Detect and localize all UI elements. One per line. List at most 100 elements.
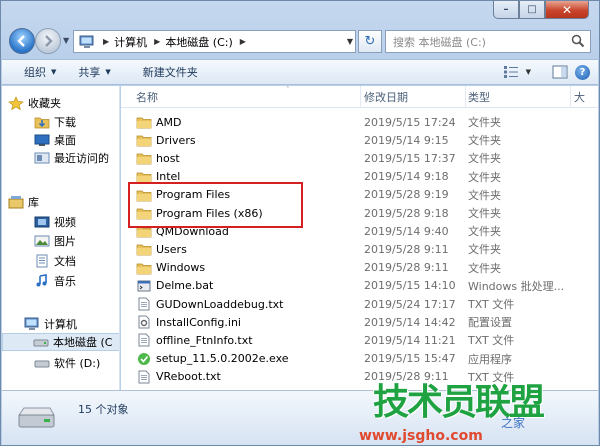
refresh-icon: ↻ [364,34,376,49]
share-button[interactable]: 共享 ▼ [64,64,118,80]
item-count: 15 个对象 [78,403,129,416]
file-name: VReboot.txt [156,370,221,384]
nav-pictures-label: 图片 [54,235,76,248]
file-name: InstallConfig.ini [156,315,241,329]
nav-recent[interactable]: 最近访问的 [34,149,109,167]
file-name-cell: Users [121,242,361,256]
file-row[interactable]: setup_11.5.0.2002e.exe 2019/5/15 15:47 应用程… [121,350,598,368]
column-date[interactable]: 修改日期 [361,86,466,108]
address-dropdown-icon[interactable]: ▼ [347,37,353,46]
nav-videos[interactable]: 视频 [34,213,76,231]
file-type: 文件夹 [468,152,501,166]
file-row[interactable]: GUDownLoaddebug.txt 2019/5/24 17:17 TXT 文件 [121,295,598,313]
nav-music[interactable]: 音乐 [34,272,76,290]
new-folder-button[interactable]: 新建文件夹 [119,64,206,80]
nav-pictures[interactable]: 图片 [34,232,76,250]
close-button[interactable]: ✕ [545,1,589,19]
column-type[interactable]: 类型 [466,86,571,108]
file-row[interactable]: InstallConfig.ini 2019/5/14 14:42 配置设置 [121,313,598,331]
file-date: 2019/5/15 17:24 [364,115,456,129]
chevron-right-icon[interactable]: ▶ [103,37,109,46]
recent-places-icon [34,152,50,164]
command-bar: 组织 ▼ 共享 ▼ 新建文件夹 ▼ ? [2,59,598,85]
computer-icon [79,35,94,48]
folder-icon [136,154,152,165]
organize-button[interactable]: 组织 ▼ [2,64,64,80]
nav-desktop[interactable]: 桌面 [34,131,76,149]
file-row[interactable]: Users 2019/5/28 9:11 文件夹 [121,240,598,258]
column-size[interactable]: 大 [571,86,598,108]
file-name: host [156,151,180,165]
nav-libraries[interactable]: 库 [8,193,39,211]
back-button[interactable] [9,28,35,54]
chevron-right-icon[interactable]: ▶ [240,37,246,46]
nav-downloads-label: 下载 [54,116,76,129]
nav-local-disk-label: 本地磁盘 (C [53,336,113,349]
file-date: 2019/5/28 9:19 [364,188,449,202]
file-row[interactable]: Delme.bat 2019/5/15 14:10 Windows 批处理... [121,277,598,295]
nav-local-disk[interactable]: 本地磁盘 (C [2,333,119,351]
file-name-cell: host [121,151,361,165]
file-date: 2019/5/14 11:21 [364,333,456,347]
file-row[interactable]: host 2019/5/15 17:37 文件夹 [121,149,598,167]
file-date: 2019/5/15 14:10 [364,279,456,293]
text-file-icon [138,370,150,384]
nav-music-label: 音乐 [54,275,76,288]
preview-pane-button[interactable] [549,63,571,81]
forward-button[interactable] [35,28,61,54]
nav-favorites[interactable]: 收藏夹 [8,94,61,112]
breadcrumb-computer[interactable]: 计算机 [114,34,147,50]
file-row[interactable]: offline_FtnInfo.txt 2019/5/14 11:21 TXT 文件 [121,331,598,349]
file-name-cell: GUDownLoaddebug.txt [121,297,361,311]
breadcrumb-local-disk[interactable]: 本地磁盘 (C:) [165,34,232,50]
nav-software-drive[interactable]: 软件 (D:) [34,354,100,372]
file-row[interactable]: Windows 2019/5/28 9:11 文件夹 [121,259,598,277]
address-bar[interactable]: ▶ 计算机 ▶ 本地磁盘 (C:) ▶ ▼ [73,30,356,53]
column-name[interactable]: 名称 [121,86,361,108]
column-headers: 名称 修改日期 类型 大 [121,86,598,108]
file-name: GUDownLoaddebug.txt [156,297,284,311]
drive-icon [34,360,50,368]
drive-icon [33,339,49,347]
watermark-small: 之家 [501,416,526,430]
music-icon [36,274,47,287]
text-file-icon [138,297,150,311]
arrow-left-icon [17,35,25,47]
view-dropdown-icon[interactable]: ▼ [526,68,531,76]
nav-documents[interactable]: 文档 [34,252,76,270]
explorer-window: – □ ✕ ▼ ▶ 计算机 ▶ 本地磁盘 (C:) ▶ ▼ ↻ 搜索 本地磁盘 … [0,0,600,446]
file-name-cell: VReboot.txt [121,370,361,384]
minimize-button[interactable]: – [493,1,519,19]
folder-icon [136,135,152,147]
file-row[interactable]: Drivers 2019/5/14 9:15 文件夹 [121,131,598,149]
help-icon[interactable]: ? [575,64,590,80]
file-type: 配置设置 [468,316,512,330]
config-file-icon [138,315,150,329]
nav-recent-label: 最近访问的 [54,152,109,165]
preview-pane-icon [552,65,568,79]
file-type: TXT 文件 [468,334,515,348]
file-type: 文件夹 [468,188,501,202]
file-name-cell: setup_11.5.0.2002e.exe [121,352,361,366]
maximize-button[interactable]: □ [519,1,545,19]
nav-downloads[interactable]: 下载 [34,113,76,131]
videos-icon [34,216,50,228]
file-date: 2019/5/24 17:17 [364,297,456,311]
nav-computer[interactable]: 计算机 [24,315,77,333]
file-date: 2019/5/15 17:37 [364,151,456,165]
chevron-right-icon[interactable]: ▶ [154,37,160,46]
refresh-button[interactable]: ↻ [358,30,382,53]
file-type: 文件夹 [468,116,501,129]
drive-icon [18,407,55,428]
nav-computer-label: 计算机 [44,318,77,331]
file-name-cell: InstallConfig.ini [121,315,361,329]
file-row[interactable]: AMD 2019/5/15 17:24 文件夹 [121,113,598,131]
recent-pages-dropdown[interactable]: ▼ [63,36,69,45]
nav-documents-label: 文档 [54,255,76,268]
file-type: TXT 文件 [468,298,515,311]
chevron-down-icon: ▼ [105,68,111,76]
search-icon [571,34,585,48]
file-name: AMD [156,115,182,129]
view-options-button[interactable] [500,63,522,81]
search-input[interactable]: 搜索 本地磁盘 (C:) [385,30,591,53]
